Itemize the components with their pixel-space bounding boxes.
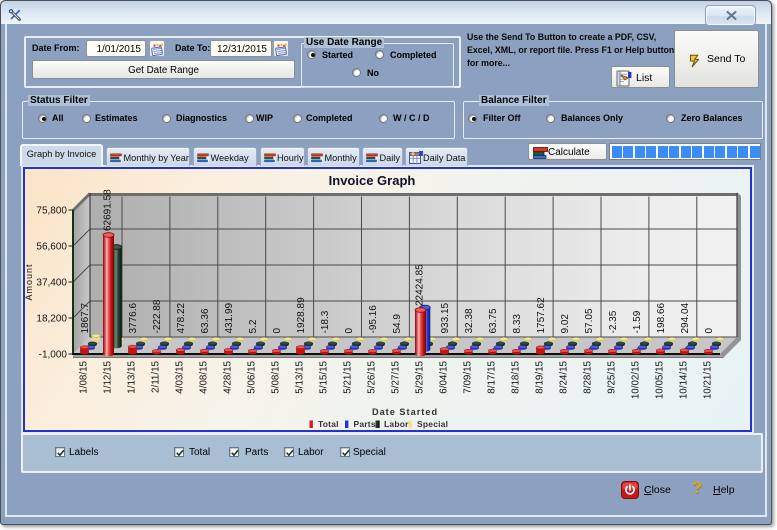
svg-text:54.9: 54.9	[392, 314, 403, 334]
svg-text:-1.59: -1.59	[632, 310, 643, 333]
svg-text:10/14/15: 10/14/15	[679, 360, 690, 399]
svg-text:1/12/15: 1/12/15	[103, 360, 114, 393]
svg-text:8/17/15: 8/17/15	[487, 360, 498, 393]
svg-text:8/28/15: 8/28/15	[583, 360, 594, 393]
svg-text:18,200: 18,200	[36, 314, 67, 325]
svg-text:57.05: 57.05	[584, 308, 595, 333]
svg-text:8.33: 8.33	[512, 314, 523, 334]
svg-text:4/08/15: 4/08/15	[199, 360, 210, 393]
svg-text:Invoice Graph: Invoice Graph	[329, 173, 416, 188]
svg-text:-95.16: -95.16	[368, 305, 379, 334]
svg-text:-1,000: -1,000	[39, 350, 68, 361]
svg-text:5.2: 5.2	[248, 319, 259, 333]
svg-text:Amount: Amount	[25, 263, 34, 300]
svg-text:63.36: 63.36	[200, 308, 211, 333]
svg-text:62691.58: 62691.58	[103, 189, 114, 231]
svg-text:Date Started: Date Started	[372, 407, 438, 417]
svg-text:32.38: 32.38	[464, 308, 475, 333]
svg-text:5/08/15: 5/08/15	[271, 360, 282, 393]
svg-text:-2.35: -2.35	[608, 310, 619, 333]
svg-text:5/27/15: 5/27/15	[391, 360, 402, 393]
svg-text:1757.62: 1757.62	[536, 297, 547, 334]
svg-text:1/13/15: 1/13/15	[127, 360, 138, 393]
svg-text:-222.88: -222.88	[152, 299, 163, 333]
svg-text:1/08/15: 1/08/15	[79, 360, 90, 393]
svg-text:6/04/15: 6/04/15	[439, 360, 450, 393]
svg-text:3776.6: 3776.6	[128, 302, 139, 333]
svg-text:Labor: Labor	[384, 419, 409, 429]
svg-text:5/06/15: 5/06/15	[247, 360, 258, 393]
svg-text:0: 0	[704, 328, 715, 334]
svg-text:5/13/15: 5/13/15	[295, 360, 306, 393]
svg-text:63.75: 63.75	[488, 308, 499, 333]
svg-text:1867.7: 1867.7	[80, 302, 91, 333]
svg-text:Special: Special	[417, 419, 448, 429]
svg-text:5/29/15: 5/29/15	[415, 360, 426, 393]
svg-text:Parts: Parts	[354, 419, 376, 429]
svg-text:9/25/15: 9/25/15	[607, 360, 618, 393]
svg-text:56,600: 56,600	[36, 242, 67, 253]
svg-text:294.04: 294.04	[680, 302, 691, 333]
svg-text:5/26/15: 5/26/15	[367, 360, 378, 393]
svg-text:933.15: 933.15	[440, 302, 451, 333]
svg-text:478.22: 478.22	[176, 302, 187, 333]
svg-text:198.66: 198.66	[656, 302, 667, 333]
svg-text:10/05/15: 10/05/15	[655, 360, 666, 399]
svg-text:22424.85: 22424.85	[415, 264, 426, 306]
svg-text:431.99: 431.99	[224, 302, 235, 333]
svg-text:4/03/15: 4/03/15	[175, 360, 186, 393]
svg-text:75,800: 75,800	[36, 206, 67, 217]
svg-text:8/18/15: 8/18/15	[511, 360, 522, 393]
svg-text:8/19/15: 8/19/15	[535, 360, 546, 393]
svg-text:5/21/15: 5/21/15	[343, 360, 354, 393]
svg-text:10/02/15: 10/02/15	[631, 360, 642, 399]
svg-text:0: 0	[272, 328, 283, 334]
svg-text:Total: Total	[318, 419, 339, 429]
svg-text:-18.3: -18.3	[320, 310, 331, 333]
svg-text:1928.89: 1928.89	[296, 297, 307, 334]
svg-text:37,400: 37,400	[36, 278, 67, 289]
svg-text:8/24/15: 8/24/15	[559, 360, 570, 393]
svg-text:7/09/15: 7/09/15	[463, 360, 474, 393]
svg-text:9.02: 9.02	[560, 314, 571, 334]
svg-text:10/21/15: 10/21/15	[703, 360, 714, 399]
svg-text:5/15/15: 5/15/15	[319, 360, 330, 393]
svg-text:0: 0	[344, 328, 355, 334]
svg-text:2/11/15: 2/11/15	[151, 360, 162, 393]
svg-text:4/28/15: 4/28/15	[223, 360, 234, 393]
